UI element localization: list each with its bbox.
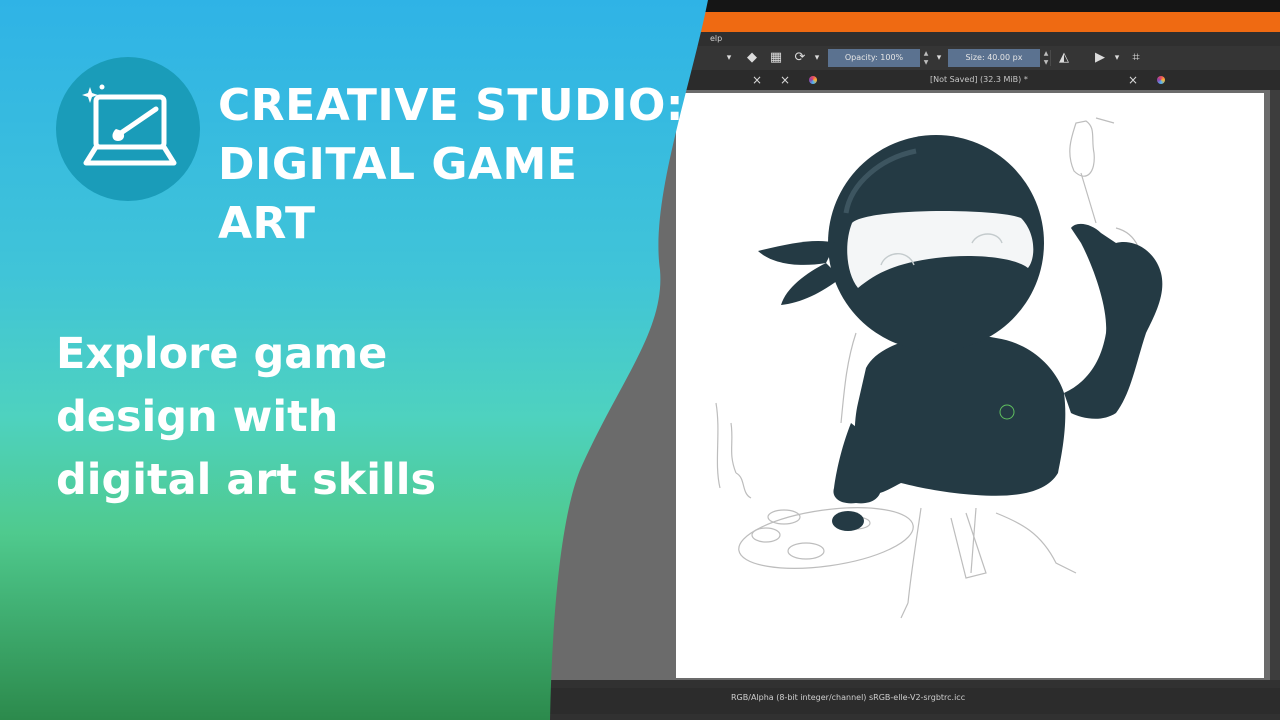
- close-icon[interactable]: ×: [752, 70, 762, 90]
- page-title: CREATIVE STUDIO: DIGITAL GAME ART: [218, 76, 685, 253]
- wrap-around-icon[interactable]: ▶: [1092, 50, 1108, 66]
- krita-tab-icon: [1157, 76, 1165, 84]
- close-icon[interactable]: ×: [780, 70, 790, 90]
- page-subtitle: Explore game design with digital art ski…: [56, 323, 516, 512]
- reload-preset-icon[interactable]: ⟳: [792, 50, 808, 66]
- eraser-icon[interactable]: ◆: [744, 50, 760, 66]
- ninja-painter-illustration: [715, 117, 1163, 619]
- subtitle-line: design with: [56, 392, 339, 442]
- close-icon[interactable]: ×: [1128, 70, 1138, 90]
- toolbar-separator: [1050, 50, 1051, 66]
- krita-tab-icon: [809, 76, 817, 84]
- title-line: DIGITAL GAME: [218, 139, 578, 190]
- dropdown-arrow-icon[interactable]: ▾: [812, 50, 822, 66]
- document-tab-title[interactable]: [Not Saved] (32.3 MiB) *: [930, 70, 1028, 90]
- color-profile-status: RGB/Alpha (8-bit integer/channel) sRGB-e…: [731, 693, 966, 702]
- vertical-scrollbar[interactable]: [1270, 90, 1280, 680]
- alpha-lock-icon[interactable]: ▦: [768, 50, 784, 66]
- laptop-paintbrush-icon: [82, 84, 177, 166]
- title-line: ART: [218, 198, 316, 249]
- crop-icon[interactable]: ⌗: [1128, 50, 1144, 66]
- title-line: CREATIVE STUDIO:: [218, 80, 685, 131]
- dropdown-arrow-icon[interactable]: ▾: [1112, 50, 1122, 66]
- opacity-slider[interactable]: Opacity: 100%: [828, 49, 920, 67]
- mirror-horizontal-icon[interactable]: ◭: [1056, 50, 1072, 66]
- dropdown-arrow-icon[interactable]: ▾: [934, 50, 944, 66]
- size-slider[interactable]: Size: 40.00 px: [948, 49, 1040, 67]
- opacity-spin-icon[interactable]: ▲ ▼: [921, 49, 931, 67]
- subtitle-line: Explore game: [56, 329, 388, 379]
- subtitle-line: digital art skills: [56, 455, 437, 505]
